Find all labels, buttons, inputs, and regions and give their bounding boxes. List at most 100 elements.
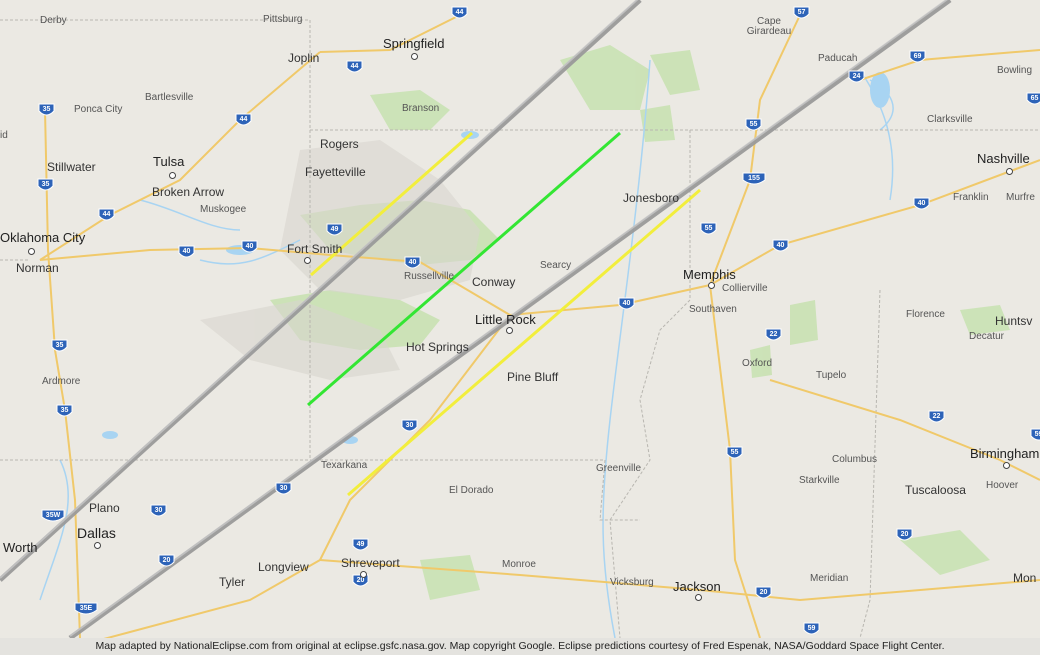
interstate-49-shield-2: 49 [352,538,369,553]
interstate-44-shield-4: 44 [98,208,115,223]
interstate-40-shield-6: 40 [913,197,930,212]
city-nashville: Nashville [977,151,1030,166]
interstate-44-shield: 44 [451,6,468,21]
interstate-30-shield: 30 [401,419,418,434]
interstate-155-shield: 155 [742,172,766,187]
city-decatur: Decatur [969,331,1005,342]
city-longview: Longview [258,560,309,574]
city-ponca-city: Ponca City [74,104,123,115]
city-birmingham: Birmingham [970,446,1040,461]
city-conway: Conway [472,275,516,289]
interstate-40-shield-2: 40 [241,240,258,255]
city-starkville: Starkville [799,475,840,486]
city-collierville: Collierville [722,283,768,294]
city-dot [506,327,513,334]
interstate-40-shield-3: 40 [404,256,421,271]
city-oxford: Oxford [742,358,773,369]
interstate-35-shield: 35 [38,103,55,118]
city-dot [1006,168,1013,175]
city-little-rock: Little Rock [475,312,536,327]
city-plano: Plano [89,501,120,515]
city-russellville: Russellville [404,271,455,282]
interstate-30-shield-3: 30 [150,504,167,519]
city-bartlesville: Bartlesville [145,92,194,103]
interstate-30-shield-2: 30 [275,482,292,497]
city-derby: Derby [40,15,67,26]
city-monroe: Monroe [502,559,536,570]
interstate-35e-shield: 35E [74,602,98,617]
city-tuscaloosa: Tuscaloosa [905,483,966,497]
interstate-55-shield-3: 55 [726,446,743,461]
interstate-20-shield-3: 20 [755,586,772,601]
city-stillwater: Stillwater [47,160,96,174]
interstate-69-shield: 69 [909,50,926,65]
state-borders [0,19,1040,638]
city-tupelo: Tupelo [816,370,847,381]
city-columbus: Columbus [832,454,878,465]
city-southaven: Southaven [689,304,737,315]
city-dot [360,571,367,578]
city-greenville: Greenville [596,463,642,474]
city-muskogee: Muskogee [200,204,247,215]
city-hoover: Hoover [986,480,1019,491]
interstate-22-shield-2: 22 [928,410,945,425]
city-bowling-green-partial: Bowling [997,65,1033,76]
city-texarkana: Texarkana [321,460,368,471]
city-fayetteville: Fayetteville [305,165,366,179]
city-cape-girardeau: Cape Girardeau [746,16,792,37]
interstate-35-shield-2: 35 [37,178,54,193]
interstate-40-shield-4: 40 [618,297,635,312]
city-springfield: Springfield [383,36,445,51]
city-memphis: Memphis [683,267,736,282]
city-searcy: Searcy [540,260,572,271]
city-branson: Branson [402,103,440,114]
city-fort-worth-partial: Worth [3,540,38,555]
interstate-24-shield: 24 [848,70,865,85]
city-murfreesboro-partial: Murfre [1006,192,1035,203]
city-hot-springs: Hot Springs [406,340,469,354]
city-jackson: Jackson [673,579,721,594]
city-fort-smith: Fort Smith [287,242,343,256]
interstate-44-shield-3: 44 [235,113,252,128]
city-dot [304,257,311,264]
city-pittsburg: Pittsburg [263,14,303,25]
city-franklin: Franklin [953,192,989,203]
eclipse-map[interactable]: 44 57 24 69 65 44 44 44 35 35 35 35 55 5… [0,0,1040,638]
interstates-lines [39,14,1040,638]
city-oklahoma-city: Oklahoma City [0,230,86,245]
interstate-35-shield-4: 35 [56,404,73,419]
city-dallas: Dallas [77,525,116,541]
city-dot [1003,462,1010,469]
city-norman: Norman [16,261,59,275]
city-rogers: Rogers [320,137,359,151]
city-jonesboro: Jonesboro [623,191,680,205]
interstate-40-shield-5: 40 [772,239,789,254]
interstate-59-shield: 59 [803,622,820,637]
city-tulsa: Tulsa [153,154,185,169]
interstate-65-shield: 65 [1026,92,1040,107]
city-montgomery-partial: Mon [1013,571,1037,585]
interstate-55-shield-2: 55 [700,222,717,237]
city-dot [411,53,418,60]
interstate-35w-shield: 35W [41,509,65,524]
interstate-20-shield-4: 20 [896,528,913,543]
city-broken-arrow: Broken Arrow [152,185,225,199]
city-dot [28,248,35,255]
park-areas [270,45,1010,600]
interstate-22-shield: 22 [765,328,782,343]
city-huntsville-partial: Huntsv [995,314,1033,328]
city-dot [708,282,715,289]
city-meridian: Meridian [810,573,849,584]
interstate-49-shield: 49 [326,223,343,238]
interstate-35-shield-3: 35 [51,339,68,354]
map-credit: Map adapted by NationalEclipse.com from … [0,638,1040,655]
city-el-dorado: El Dorado [449,485,494,496]
interstate-55-shield: 55 [745,118,762,133]
interstate-44-shield-2: 44 [346,60,363,75]
city-clarksville: Clarksville [927,114,973,125]
city-dot [695,594,702,601]
city-tyler: Tyler [219,575,246,589]
city-partial-edge: id [0,130,8,141]
city-florence: Florence [906,309,945,320]
city-dot [169,172,176,179]
